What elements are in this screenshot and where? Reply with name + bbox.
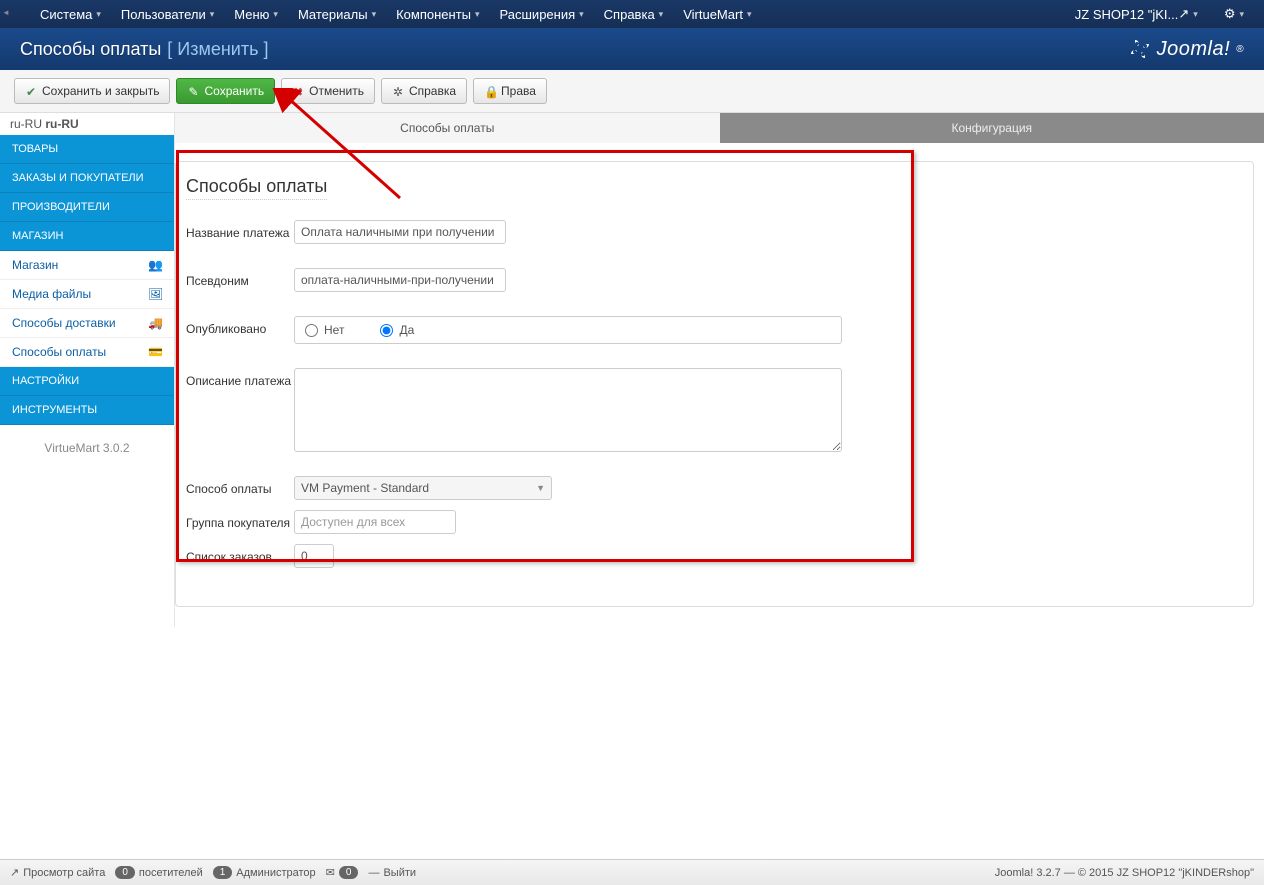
label-order-list: Список заказов bbox=[186, 544, 294, 564]
rights-button[interactable]: 🔒Права bbox=[473, 78, 547, 104]
form-panel: Способы оплаты Название платежа Псевдони… bbox=[175, 161, 1254, 607]
media-icon: 🖼 bbox=[148, 287, 162, 301]
tab-payment-methods[interactable]: Способы оплаты bbox=[175, 113, 720, 143]
sidebar-link-payment[interactable]: Способы оплаты💳 bbox=[0, 338, 174, 367]
sidebar-link-shop[interactable]: Магазин👥 bbox=[0, 251, 174, 280]
radio-yes[interactable]: Да bbox=[380, 323, 414, 337]
sidebar-sec-shop[interactable]: МАГАЗИН bbox=[0, 222, 174, 251]
label-alias: Псевдоним bbox=[186, 268, 294, 288]
nav-menu[interactable]: Меню▾ bbox=[224, 0, 288, 28]
external-icon: ↗ bbox=[10, 866, 19, 879]
cancel-icon: ✖ bbox=[292, 85, 304, 97]
label-description: Описание платежа bbox=[186, 368, 294, 388]
nav-virtuemart[interactable]: VirtueMart▾ bbox=[673, 0, 761, 28]
nav-content[interactable]: Материалы▾ bbox=[288, 0, 386, 28]
label-published: Опубликовано bbox=[186, 316, 294, 336]
mail-icon: ✉ bbox=[326, 866, 335, 879]
nav-users[interactable]: Пользователи▾ bbox=[111, 0, 224, 28]
label-shopper-group: Группа покупателя bbox=[186, 510, 294, 530]
sidebar: ru-RU ru-RU ТОВАРЫ ЗАКАЗЫ И ПОКУПАТЕЛИ П… bbox=[0, 113, 175, 627]
joomla-logo: Joomla!® bbox=[1129, 38, 1244, 61]
pencil-icon: ✎ bbox=[187, 85, 199, 97]
users-icon: 👥 bbox=[148, 258, 162, 272]
nav-help[interactable]: Справка▾ bbox=[594, 0, 674, 28]
page-titlebar: Способы оплаты [ Изменить ] Joomla!® bbox=[0, 28, 1264, 70]
panel-heading: Способы оплаты bbox=[186, 176, 327, 200]
input-order-list[interactable] bbox=[294, 544, 334, 568]
input-alias[interactable] bbox=[294, 268, 506, 292]
joomla-icon[interactable] bbox=[10, 0, 30, 28]
label-method: Способ оплаты bbox=[186, 476, 294, 496]
sb-logout[interactable]: — Выйти bbox=[368, 867, 416, 879]
gear-icon: ⚙ bbox=[1224, 6, 1236, 22]
sidebar-sec-manufacturers[interactable]: ПРОИЗВОДИТЕЛИ bbox=[0, 193, 174, 222]
statusbar: ↗Просмотр сайта 0посетителей 1Администра… bbox=[0, 859, 1264, 885]
radio-no[interactable]: Нет bbox=[305, 323, 344, 337]
sidebar-version: VirtueMart 3.0.2 bbox=[0, 425, 174, 471]
help-button[interactable]: ✲Справка bbox=[381, 78, 467, 104]
sb-footer-right: Joomla! 3.2.7 — © 2015 JZ SHOP12 "jKINDE… bbox=[995, 867, 1254, 879]
cancel-button[interactable]: ✖Отменить bbox=[281, 78, 375, 104]
label-payment-name: Название платежа bbox=[186, 220, 294, 240]
sidebar-link-media[interactable]: Медиа файлы🖼 bbox=[0, 280, 174, 309]
external-icon: ↗ bbox=[1178, 6, 1189, 22]
sb-admin[interactable]: 1Администратор bbox=[213, 866, 316, 879]
locale-label: ru-RU ru-RU bbox=[0, 113, 174, 135]
sidebar-sec-orders[interactable]: ЗАКАЗЫ И ПОКУПАТЕЛИ bbox=[0, 164, 174, 193]
page-title: Способы оплаты bbox=[20, 39, 161, 60]
tabs: Способы оплаты Конфигурация bbox=[175, 113, 1264, 143]
page-subtitle: [ Изменить ] bbox=[167, 39, 268, 60]
sb-messages[interactable]: ✉0 bbox=[326, 866, 359, 879]
check-icon: ✔ bbox=[25, 85, 37, 97]
gear-icon: ✲ bbox=[392, 85, 404, 97]
sb-view-site[interactable]: ↗Просмотр сайта bbox=[10, 866, 105, 879]
select-payment-method[interactable]: VM Payment - Standard▼ bbox=[294, 476, 552, 500]
content-area: Способы оплаты Конфигурация Способы опла… bbox=[175, 113, 1264, 627]
toolbar: ✔Сохранить и закрыть ✎Сохранить ✖Отменит… bbox=[0, 70, 1264, 113]
nav-components[interactable]: Компоненты▾ bbox=[386, 0, 489, 28]
input-shopper-group[interactable]: Доступен для всех bbox=[294, 510, 456, 534]
nav-extensions[interactable]: Расширения▾ bbox=[490, 0, 594, 28]
card-icon: 💳 bbox=[148, 345, 162, 359]
lock-icon: 🔒 bbox=[484, 85, 496, 97]
top-navbar: Система▾ Пользователи▾ Меню▾ Материалы▾ … bbox=[0, 0, 1264, 28]
sidebar-link-shipping[interactable]: Способы доставки🚚 bbox=[0, 309, 174, 338]
chevron-down-icon: ▼ bbox=[536, 483, 545, 493]
save-close-button[interactable]: ✔Сохранить и закрыть bbox=[14, 78, 170, 104]
input-payment-name[interactable] bbox=[294, 220, 506, 244]
tab-configuration[interactable]: Конфигурация bbox=[720, 113, 1264, 143]
nav-system[interactable]: Система▾ bbox=[30, 0, 111, 28]
truck-icon: 🚚 bbox=[148, 316, 162, 330]
sidebar-sec-products[interactable]: ТОВАРЫ bbox=[0, 135, 174, 164]
sidebar-sec-settings[interactable]: НАСТРОЙКИ bbox=[0, 367, 174, 396]
radio-published: Нет Да bbox=[294, 316, 842, 344]
sidebar-sec-tools[interactable]: ИНСТРУМЕНТЫ bbox=[0, 396, 174, 425]
textarea-description[interactable] bbox=[294, 368, 842, 452]
nav-settings-gear[interactable]: ⚙▾ bbox=[1214, 0, 1254, 28]
nav-user-menu[interactable]: JZ SHOP12 "jKI... ↗▾ bbox=[1065, 0, 1208, 28]
sb-visitors[interactable]: 0посетителей bbox=[115, 866, 202, 879]
save-button[interactable]: ✎Сохранить bbox=[176, 78, 275, 104]
